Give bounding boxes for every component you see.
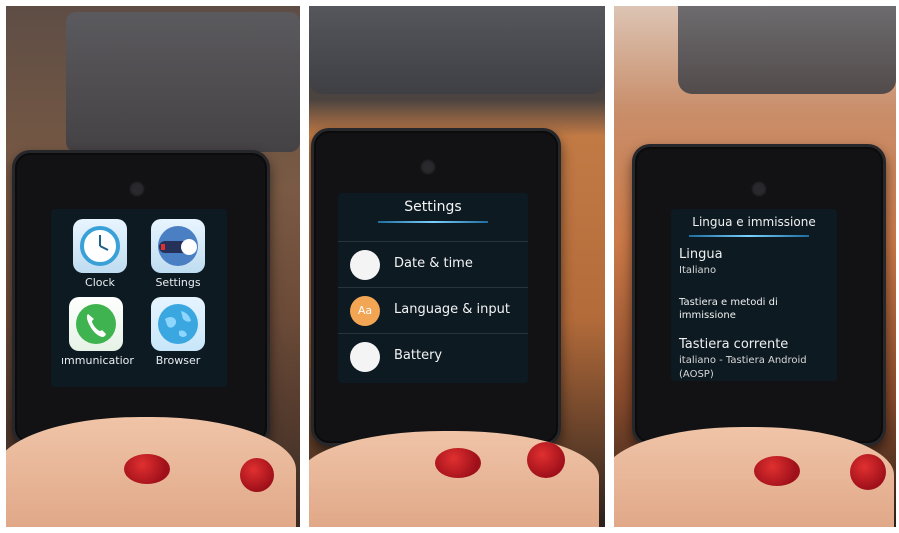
watch-screen: Lingua e immissione Lingua Italiano Tast… bbox=[671, 209, 837, 381]
settings-item-label: Language & input bbox=[394, 302, 510, 317]
current-keyboard-value-line2: (AOSP) bbox=[679, 369, 714, 380]
app-settings[interactable]: Settings bbox=[143, 219, 213, 289]
camera-icon bbox=[129, 181, 145, 197]
phone-icon bbox=[69, 297, 123, 351]
keyboards-label-line2: immissione bbox=[679, 310, 736, 321]
smartwatch: Clock Settings ımmunicatior Browser bbox=[12, 150, 270, 446]
title-underline bbox=[689, 235, 809, 237]
laptop-background bbox=[309, 6, 605, 94]
laptop-background bbox=[678, 6, 896, 94]
smartwatch: Lingua e immissione Lingua Italiano Tast… bbox=[632, 144, 886, 446]
screen-title: Settings bbox=[404, 199, 462, 215]
settings-item-label: Date & time bbox=[394, 256, 473, 271]
laptop-background bbox=[66, 12, 300, 152]
watch-screen: Clock Settings ımmunicatior Browser bbox=[51, 209, 227, 387]
smartwatch: Settings Date & time Aa Language & input… bbox=[311, 128, 561, 446]
date-time-icon bbox=[350, 250, 380, 280]
app-browser[interactable]: Browser bbox=[143, 297, 213, 367]
red-nail bbox=[124, 454, 170, 484]
current-keyboard-value: italiano - Tastiera Android bbox=[679, 355, 807, 366]
lingua-value: Italiano bbox=[679, 265, 717, 276]
app-label: Settings bbox=[155, 276, 201, 289]
settings-item-date-time[interactable]: Date & time bbox=[338, 241, 528, 288]
keyboards-label[interactable]: Tastiera e metodi di bbox=[679, 297, 778, 308]
clock-icon bbox=[73, 219, 127, 273]
globe-icon bbox=[151, 297, 205, 351]
red-nail bbox=[435, 448, 481, 478]
app-label: Clock bbox=[85, 276, 115, 289]
red-nail bbox=[850, 454, 886, 490]
screen-title: Lingua e immissione bbox=[692, 215, 816, 229]
app-communication[interactable]: ımmunicatior bbox=[61, 297, 134, 367]
lingua-label[interactable]: Lingua bbox=[679, 247, 723, 262]
camera-icon bbox=[420, 159, 436, 175]
app-label: ımmunicatior bbox=[61, 354, 134, 367]
photo-settings: Settings Date & time Aa Language & input… bbox=[309, 6, 605, 527]
app-label: Browser bbox=[155, 354, 201, 367]
language-icon: Aa bbox=[350, 296, 380, 326]
red-nail bbox=[754, 456, 800, 486]
photo-app-grid: Clock Settings ımmunicatior Browser bbox=[6, 6, 300, 527]
settings-item-language-input[interactable]: Aa Language & input bbox=[338, 287, 528, 334]
red-nail bbox=[527, 442, 565, 478]
watch-screen: Settings Date & time Aa Language & input… bbox=[338, 193, 528, 383]
battery-icon bbox=[350, 342, 380, 372]
app-clock[interactable]: Clock bbox=[65, 219, 135, 289]
title-underline bbox=[378, 221, 488, 223]
settings-item-label: Battery bbox=[394, 348, 443, 363]
photo-language-input: Lingua e immissione Lingua Italiano Tast… bbox=[614, 6, 896, 527]
camera-icon bbox=[751, 181, 767, 197]
red-nail bbox=[240, 458, 274, 492]
current-keyboard-label[interactable]: Tastiera corrente bbox=[679, 337, 788, 352]
toggle-icon bbox=[151, 219, 205, 273]
settings-item-battery[interactable]: Battery bbox=[338, 333, 528, 380]
